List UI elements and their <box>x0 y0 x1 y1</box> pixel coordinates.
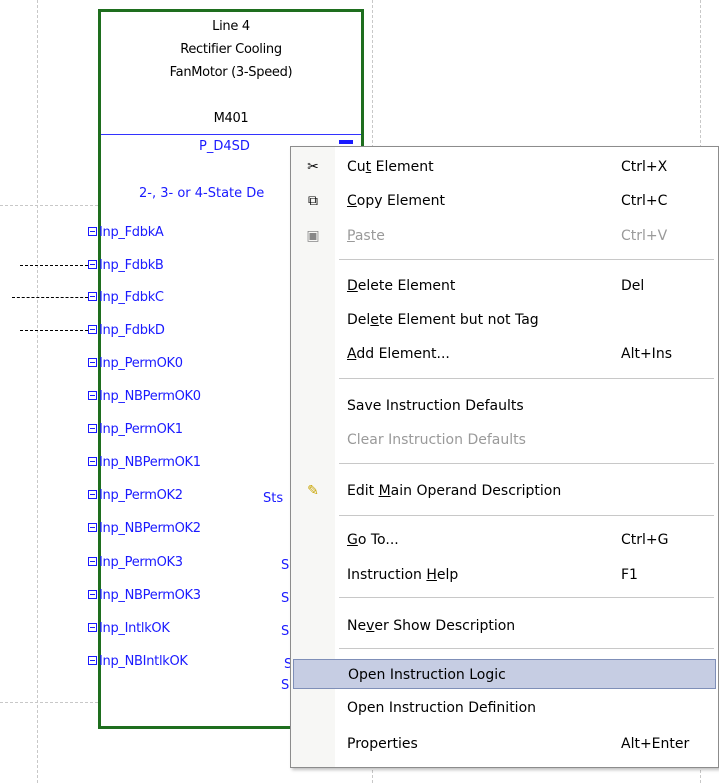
block-tag-name[interactable]: M401 <box>101 111 361 126</box>
pin-connector-icon <box>88 260 97 269</box>
pencil-icon: ✎ <box>307 483 319 499</box>
dropdown-marker[interactable] <box>339 140 353 144</box>
pin-connector-icon <box>88 557 97 566</box>
instruction-description: 2-, 3- or 4-State De <box>139 186 265 201</box>
pin-inp-nbpermok1[interactable]: Inp_NBPermOK1 <box>88 455 201 471</box>
pin-connector-icon <box>88 523 97 532</box>
pin-inp-nbpermok0[interactable]: Inp_NBPermOK0 <box>88 389 201 405</box>
pin-connector-icon <box>88 656 97 665</box>
pin-inp-fdbkb[interactable]: Inp_FdbkB <box>88 258 164 274</box>
pin-connector-icon <box>88 490 97 499</box>
wire-fdbkb[interactable] <box>20 265 88 266</box>
pin-connector-icon <box>88 292 97 301</box>
menu-item-save-instruction-defaults[interactable]: Save Instruction Defaults <box>291 391 718 421</box>
menu-item-paste[interactable]: ▣ Paste Ctrl+V <box>291 221 718 251</box>
block-separator <box>101 134 361 135</box>
grid-line <box>0 205 98 206</box>
menu-item-copy-element[interactable]: ⧉ Copy Element Ctrl+C <box>291 186 718 216</box>
block-title-line1: Line 4 <box>212 19 250 34</box>
menu-separator <box>339 515 714 516</box>
menu-separator <box>339 463 714 464</box>
pin-connector-icon <box>88 227 97 236</box>
pin-inp-fdbka[interactable]: Inp_FdbkA <box>88 225 164 241</box>
pin-connector-icon <box>88 424 97 433</box>
menu-item-instruction-help[interactable]: Instruction Help F1 <box>291 560 718 590</box>
menu-separator <box>339 597 714 598</box>
menu-item-never-show-description[interactable]: Never Show Description <box>291 611 718 641</box>
menu-separator <box>339 259 714 260</box>
pin-inp-permok0[interactable]: Inp_PermOK0 <box>88 356 183 372</box>
menu-item-add-element[interactable]: Add Element... Alt+Ins <box>291 339 718 369</box>
pin-connector-icon <box>88 590 97 599</box>
menu-item-clear-instruction-defaults[interactable]: Clear Instruction Defaults <box>291 425 718 455</box>
output-pin-fragment[interactable]: S <box>281 624 289 639</box>
copy-icon: ⧉ <box>308 193 318 209</box>
menu-item-properties[interactable]: Properties Alt+Enter <box>291 729 718 759</box>
grid-line <box>0 702 98 703</box>
pin-inp-permok1[interactable]: Inp_PermOK1 <box>88 422 183 438</box>
menu-item-delete-element-not-tag[interactable]: Delete Element but not Tag <box>291 305 718 335</box>
wire-fdbkc[interactable] <box>12 297 88 298</box>
menu-item-edit-main-operand-description[interactable]: ✎ Edit Main Operand Description <box>291 476 718 506</box>
pin-inp-permok2[interactable]: Inp_PermOK2 <box>88 488 183 504</box>
scissors-icon: ✂ <box>307 159 319 175</box>
pin-inp-intlkok[interactable]: Inp_IntlkOK <box>88 621 170 637</box>
output-pin-fragment[interactable]: S <box>281 591 289 606</box>
menu-item-cut-element[interactable]: ✂ Cut Element Ctrl+X <box>291 152 718 182</box>
pin-connector-icon <box>88 623 97 632</box>
pin-inp-permok3[interactable]: Inp_PermOK3 <box>88 555 183 571</box>
block-title-line3: FanMotor (3-Speed) <box>169 65 293 80</box>
menu-separator <box>339 378 714 379</box>
menu-item-open-instruction-definition[interactable]: Open Instruction Definition <box>291 693 718 723</box>
pin-inp-fdbkd[interactable]: Inp_FdbkD <box>88 323 165 339</box>
output-pin-fragment[interactable]: S <box>281 558 289 573</box>
pin-connector-icon <box>88 391 97 400</box>
pin-connector-icon <box>88 325 97 334</box>
pin-connector-icon <box>88 457 97 466</box>
pin-inp-nbintlkok[interactable]: Inp_NBIntlkOK <box>88 654 188 670</box>
pin-inp-fdbkc[interactable]: Inp_FdbkC <box>88 290 164 306</box>
menu-separator <box>339 648 714 649</box>
pin-inp-nbpermok3[interactable]: Inp_NBPermOK3 <box>88 588 201 604</box>
output-pin-fragment[interactable]: Sts <box>263 491 283 506</box>
block-title-line2: Rectifier Cooling <box>180 42 282 57</box>
pin-connector-icon <box>88 358 97 367</box>
grid-line <box>37 0 38 783</box>
menu-item-go-to[interactable]: Go To... Ctrl+G <box>291 525 718 555</box>
menu-item-delete-element[interactable]: Delete Element Del <box>291 271 718 301</box>
context-menu: ✂ Cut Element Ctrl+X ⧉ Copy Element Ctrl… <box>290 146 719 768</box>
output-pin-fragment[interactable]: S <box>281 678 289 693</box>
menu-item-open-instruction-logic[interactable]: Open Instruction Logic <box>293 659 716 689</box>
wire-fdbkd[interactable] <box>20 330 88 331</box>
paste-icon: ▣ <box>306 228 320 244</box>
pin-inp-nbpermok2[interactable]: Inp_NBPermOK2 <box>88 521 201 537</box>
instruction-name[interactable]: P_D4SD <box>199 139 250 154</box>
